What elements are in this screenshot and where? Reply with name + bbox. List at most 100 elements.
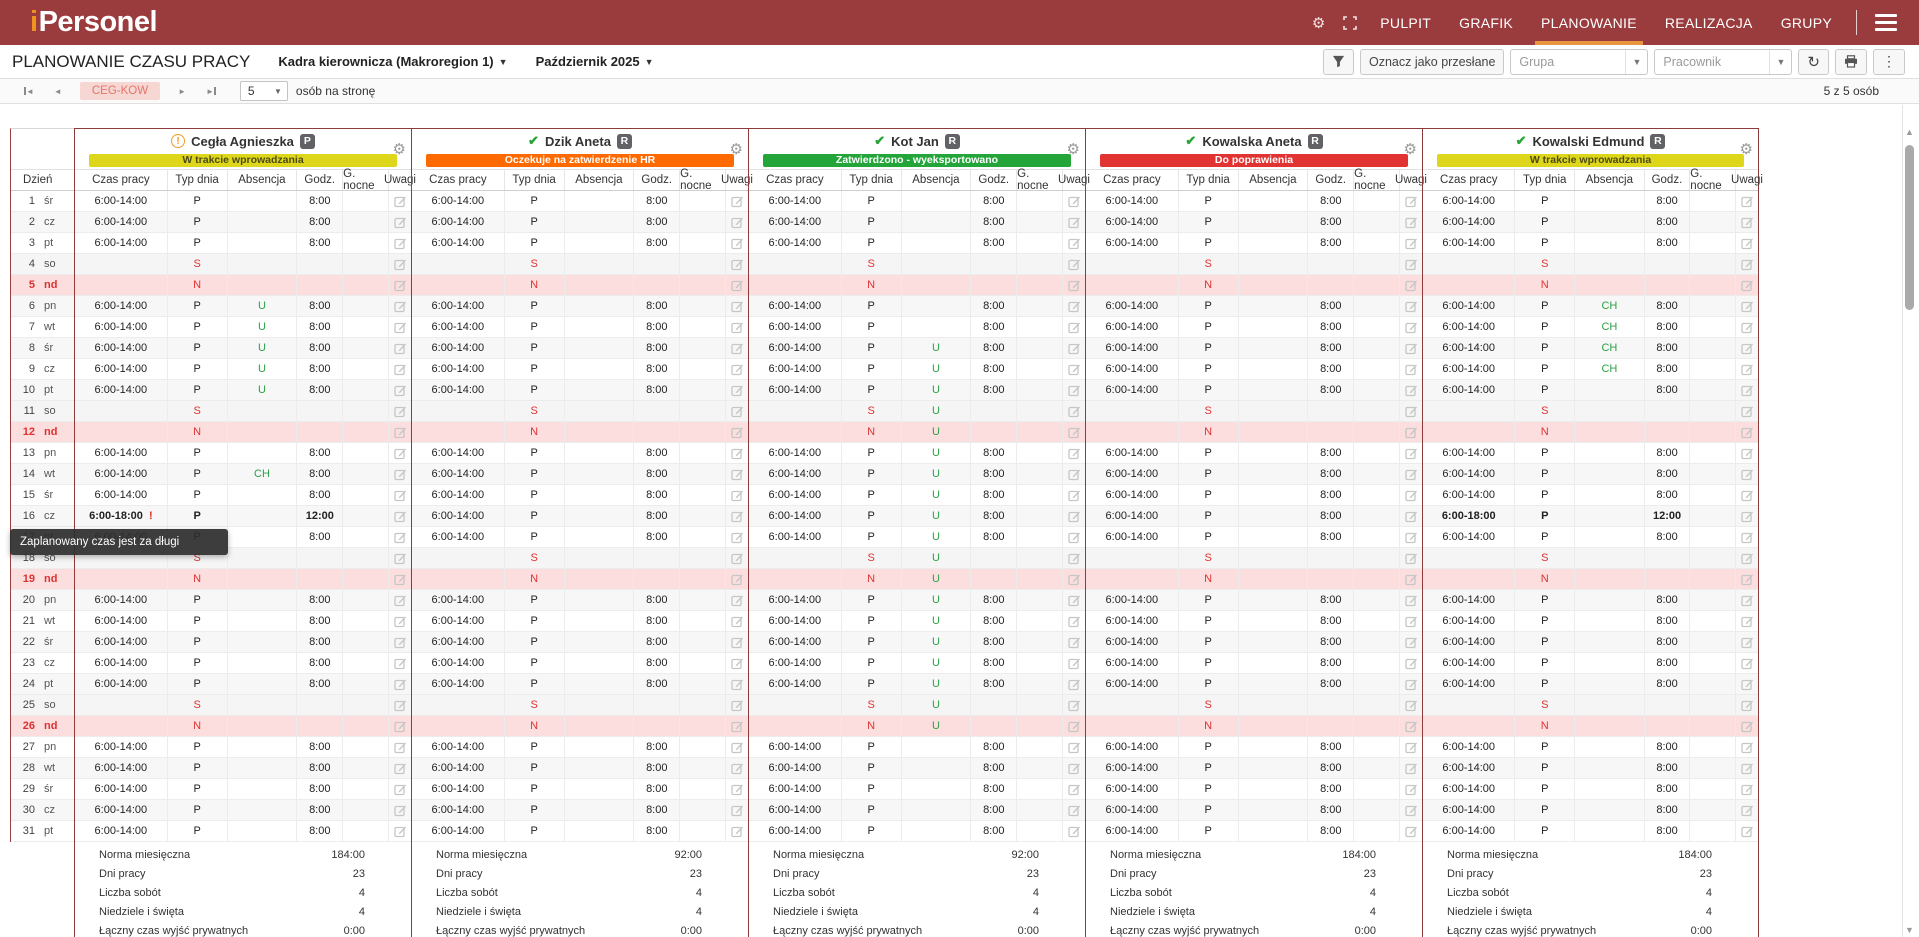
- cell-absencja[interactable]: U: [901, 590, 971, 610]
- cell-uwagi[interactable]: [1735, 422, 1758, 442]
- cell-godz[interactable]: 8:00: [970, 212, 1016, 232]
- cell-absencja[interactable]: [1238, 506, 1308, 526]
- cell-absencja[interactable]: U: [901, 653, 971, 673]
- cell-absencja[interactable]: U: [901, 506, 971, 526]
- cell-godz[interactable]: 8:00: [1644, 674, 1690, 694]
- cell-uwagi[interactable]: [1399, 800, 1422, 820]
- cell-g-nocne[interactable]: [342, 464, 388, 484]
- cell-absencja[interactable]: [564, 674, 634, 694]
- cell-uwagi[interactable]: [1735, 317, 1758, 337]
- cell-absencja[interactable]: [564, 653, 634, 673]
- cell-g-nocne[interactable]: [1689, 800, 1735, 820]
- cell-g-nocne[interactable]: [342, 401, 388, 421]
- cell-godz[interactable]: 8:00: [1644, 758, 1690, 778]
- cell-typ-dnia[interactable]: P: [504, 527, 564, 547]
- cell-g-nocne[interactable]: [1016, 212, 1062, 232]
- cell-czas-pracy[interactable]: 6:00-14:00: [1423, 443, 1514, 463]
- nav-grafik[interactable]: GRAFIK: [1445, 0, 1527, 45]
- cell-absencja[interactable]: [227, 716, 297, 736]
- cell-godz[interactable]: 8:00: [1307, 212, 1353, 232]
- cell-godz[interactable]: [633, 422, 679, 442]
- cell-typ-dnia[interactable]: P: [841, 737, 901, 757]
- cell-czas-pracy[interactable]: 6:00-14:00: [1086, 233, 1178, 253]
- cell-absencja[interactable]: [227, 485, 297, 505]
- cell-absencja[interactable]: [227, 653, 297, 673]
- cell-czas-pracy[interactable]: 6:00-14:00: [1086, 779, 1178, 799]
- cell-absencja[interactable]: [227, 548, 297, 568]
- cell-g-nocne[interactable]: [1689, 464, 1735, 484]
- cell-godz[interactable]: 8:00: [1307, 674, 1353, 694]
- cell-g-nocne[interactable]: [1689, 401, 1735, 421]
- cell-godz[interactable]: 8:00: [296, 317, 342, 337]
- cell-absencja[interactable]: [1238, 338, 1308, 358]
- cell-godz[interactable]: 8:00: [633, 317, 679, 337]
- cell-absencja[interactable]: [227, 800, 297, 820]
- employee-filter-select[interactable]: Pracownik ▼: [1654, 49, 1792, 75]
- cell-typ-dnia[interactable]: P: [167, 590, 227, 610]
- cell-czas-pracy[interactable]: 6:00-14:00: [75, 233, 167, 253]
- cell-uwagi[interactable]: [1399, 653, 1422, 673]
- cell-typ-dnia[interactable]: P: [1514, 317, 1574, 337]
- cell-typ-dnia[interactable]: P: [1178, 800, 1238, 820]
- cell-czas-pracy[interactable]: [75, 695, 167, 715]
- cell-typ-dnia[interactable]: P: [1514, 632, 1574, 652]
- cell-czas-pracy[interactable]: 6:00-14:00: [75, 821, 167, 841]
- cell-czas-pracy[interactable]: [749, 422, 841, 442]
- cell-typ-dnia[interactable]: P: [1514, 296, 1574, 316]
- cell-uwagi[interactable]: [1735, 590, 1758, 610]
- cell-godz[interactable]: 8:00: [633, 758, 679, 778]
- cell-typ-dnia[interactable]: N: [841, 275, 901, 295]
- cell-czas-pracy[interactable]: 6:00-14:00: [1423, 527, 1514, 547]
- cell-typ-dnia[interactable]: P: [1178, 464, 1238, 484]
- cell-czas-pracy[interactable]: [75, 275, 167, 295]
- cell-uwagi[interactable]: [1399, 380, 1422, 400]
- cell-godz[interactable]: 8:00: [1307, 800, 1353, 820]
- cell-g-nocne[interactable]: [1689, 611, 1735, 631]
- cell-typ-dnia[interactable]: P: [504, 443, 564, 463]
- cell-absencja[interactable]: U: [901, 695, 971, 715]
- cell-typ-dnia[interactable]: P: [167, 359, 227, 379]
- cell-czas-pracy[interactable]: 6:00-14:00: [75, 359, 167, 379]
- cell-absencja[interactable]: [901, 779, 971, 799]
- cell-czas-pracy[interactable]: [1086, 716, 1178, 736]
- cell-typ-dnia[interactable]: N: [504, 569, 564, 589]
- cell-godz[interactable]: [970, 422, 1016, 442]
- cell-absencja[interactable]: CH: [1574, 359, 1644, 379]
- cell-godz[interactable]: [296, 254, 342, 274]
- cell-typ-dnia[interactable]: S: [504, 548, 564, 568]
- cell-g-nocne[interactable]: [1353, 737, 1399, 757]
- cell-g-nocne[interactable]: [342, 695, 388, 715]
- cell-czas-pracy[interactable]: 6:00-14:00: [75, 380, 167, 400]
- cell-uwagi[interactable]: [1399, 695, 1422, 715]
- cell-typ-dnia[interactable]: P: [504, 485, 564, 505]
- cell-typ-dnia[interactable]: P: [1178, 779, 1238, 799]
- cell-uwagi[interactable]: [725, 653, 748, 673]
- cell-uwagi[interactable]: [1062, 674, 1085, 694]
- cell-g-nocne[interactable]: [1689, 653, 1735, 673]
- cell-g-nocne[interactable]: [679, 779, 725, 799]
- cell-typ-dnia[interactable]: P: [504, 653, 564, 673]
- cell-uwagi[interactable]: [1735, 191, 1758, 211]
- cell-absencja[interactable]: [227, 758, 297, 778]
- cell-czas-pracy[interactable]: 6:00-14:00: [75, 443, 167, 463]
- cell-godz[interactable]: 8:00: [296, 653, 342, 673]
- cell-godz[interactable]: 8:00: [1644, 191, 1690, 211]
- cell-absencja[interactable]: [1238, 611, 1308, 631]
- page-range-chip[interactable]: CEG-KOW: [80, 82, 160, 100]
- nav-pulpit[interactable]: PULPIT: [1366, 0, 1445, 45]
- cell-czas-pracy[interactable]: [75, 569, 167, 589]
- cell-czas-pracy[interactable]: [749, 548, 841, 568]
- cell-absencja[interactable]: [1238, 254, 1308, 274]
- cell-godz[interactable]: 12:00: [1644, 506, 1690, 526]
- cell-czas-pracy[interactable]: [75, 422, 167, 442]
- cell-czas-pracy[interactable]: 6:00-14:00: [1423, 821, 1514, 841]
- cell-absencja[interactable]: [1574, 464, 1644, 484]
- cell-uwagi[interactable]: [388, 695, 411, 715]
- cell-g-nocne[interactable]: [679, 212, 725, 232]
- cell-absencja[interactable]: [227, 737, 297, 757]
- cell-czas-pracy[interactable]: [412, 716, 504, 736]
- hamburger-menu-icon[interactable]: [1867, 0, 1905, 45]
- cell-uwagi[interactable]: [725, 611, 748, 631]
- cell-czas-pracy[interactable]: 6:00-14:00: [1086, 821, 1178, 841]
- cell-absencja[interactable]: [1238, 716, 1308, 736]
